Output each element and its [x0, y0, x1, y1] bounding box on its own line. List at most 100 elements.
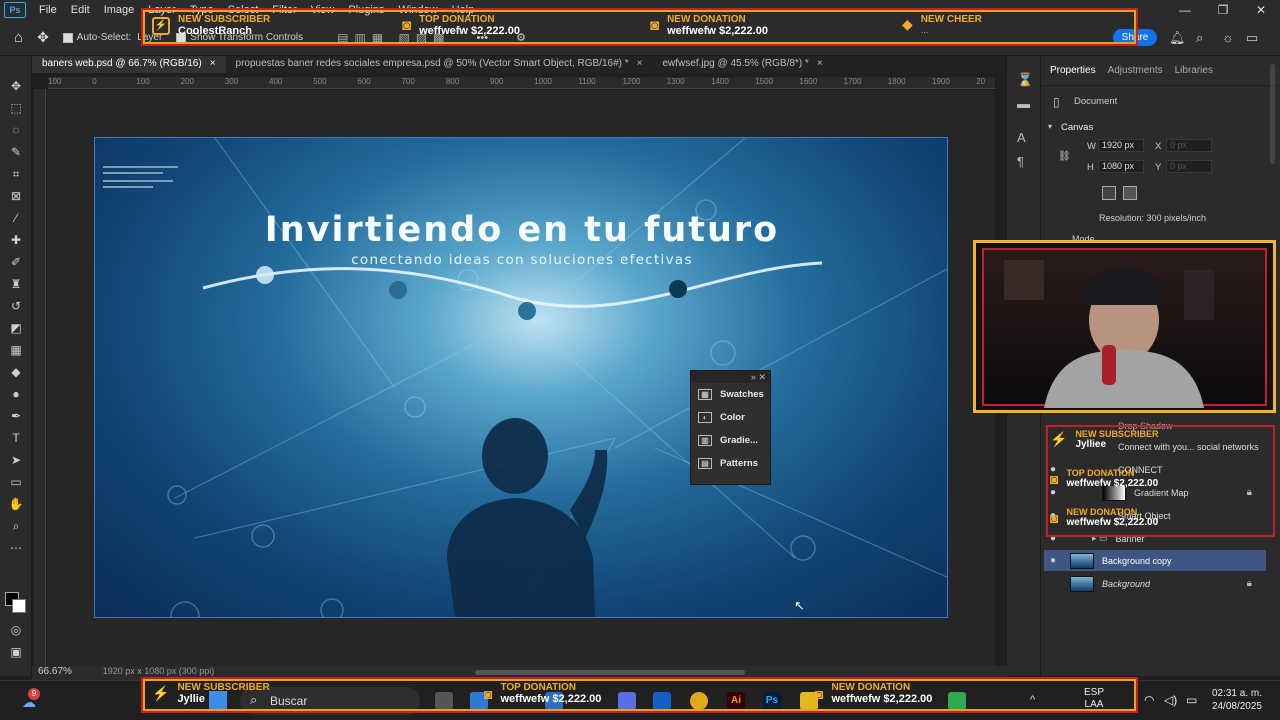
- workspace-icon[interactable]: ▭: [1246, 30, 1258, 46]
- quick-select-icon[interactable]: ✎: [8, 144, 24, 160]
- height-field[interactable]: 1080 px: [1098, 160, 1144, 173]
- chevron-down-icon[interactable]: ▾: [1048, 122, 1052, 131]
- menu-image[interactable]: Image: [97, 4, 142, 16]
- rectangle-tool-icon[interactable]: ▭: [8, 474, 24, 490]
- ruler-label: 300: [224, 77, 239, 86]
- minimize-button[interactable]: —: [1166, 0, 1204, 20]
- width-field[interactable]: 1920 px: [1098, 139, 1144, 152]
- brush-tool-icon[interactable]: ✐: [8, 254, 24, 270]
- path-select-icon[interactable]: ➤: [8, 452, 24, 468]
- layer-row[interactable]: Background 🔒︎: [1044, 573, 1266, 594]
- tab-ewfwsef[interactable]: ewfwsef.jpg @ 45.5% (RGB/8*) * ×: [653, 56, 833, 73]
- panel-item-color[interactable]: ◐ Color: [691, 406, 770, 429]
- zoom-level[interactable]: 66.67%: [38, 666, 72, 677]
- floating-panel-header[interactable]: » ✕: [691, 371, 770, 383]
- cursor-icon: ↖: [794, 598, 805, 613]
- quick-mask-icon[interactable]: ◎: [8, 622, 24, 638]
- y-field[interactable]: 0 px: [1166, 160, 1212, 173]
- pen-tool-icon[interactable]: ✒: [8, 408, 24, 424]
- ruler-label: 1900: [932, 77, 950, 86]
- alert-title: NEW DONATION: [831, 682, 911, 693]
- wifi-icon[interactable]: ◠: [1144, 693, 1154, 707]
- document-tabs: baners web.psd @ 66.7% (RGB/16) × propues…: [32, 56, 1004, 73]
- screen-mode-icon[interactable]: ▣: [8, 644, 24, 660]
- collapse-icon[interactable]: »: [751, 372, 756, 382]
- blur-tool-icon[interactable]: ◆: [8, 364, 24, 380]
- paragraph-icon[interactable]: ¶: [1017, 154, 1024, 169]
- layer-row-selected[interactable]: ● Background copy: [1044, 550, 1266, 571]
- background-color-swatch[interactable]: [12, 599, 26, 613]
- landscape-orientation-icon[interactable]: [1123, 186, 1137, 200]
- home-icon[interactable]: ⌂: [14, 29, 23, 46]
- donation-icon: ◙: [650, 17, 660, 34]
- history-icon[interactable]: ⌛: [1017, 72, 1033, 88]
- gradient-tool-icon[interactable]: ▦: [8, 342, 24, 358]
- close-icon[interactable]: ×: [637, 56, 643, 73]
- move-tool-icon[interactable]: ✥: [8, 78, 24, 94]
- close-icon[interactable]: ✕: [758, 372, 766, 382]
- healing-brush-icon[interactable]: ✚: [8, 232, 24, 248]
- panel-item-swatches[interactable]: ▦ Swatches: [691, 383, 770, 406]
- alert-value: weffwefw $2,222.00: [667, 25, 768, 37]
- battery-icon[interactable]: ▭: [1186, 693, 1197, 707]
- lasso-tool-icon[interactable]: ◌: [8, 122, 24, 138]
- alert-title: NEW SUBSCRIBER: [178, 14, 271, 25]
- tab-propuestas[interactable]: propuestas baner redes sociales empresa.…: [226, 56, 653, 73]
- alert-side-new-donation: ◙ NEW DONATION weffwefw $2,222.00: [1050, 507, 1158, 528]
- properties-scrollbar[interactable]: [1270, 64, 1275, 164]
- tab-libraries[interactable]: Libraries: [1175, 65, 1213, 76]
- close-icon[interactable]: ×: [817, 56, 823, 73]
- type-tool-icon[interactable]: T: [8, 430, 24, 446]
- maximize-button[interactable]: ❐: [1204, 0, 1242, 20]
- eyedropper-icon[interactable]: ⁄: [8, 210, 24, 226]
- alert-value: weffwefw $2,222.00: [500, 693, 602, 705]
- link-icon[interactable]: ⛓: [1058, 151, 1071, 162]
- tab-baners-web[interactable]: baners web.psd @ 66.7% (RGB/16) ×: [32, 56, 226, 73]
- lightbulb-icon[interactable]: ☼: [1222, 30, 1234, 45]
- menu-file[interactable]: File: [32, 4, 64, 16]
- alert-value: weffwefw $2,222.00: [1066, 517, 1159, 528]
- alert-title: NEW SUBSCRIBER: [177, 682, 270, 693]
- clock[interactable]: 02:31 a. m. 24/08/2025: [1210, 687, 1262, 713]
- portrait-orientation-icon[interactable]: [1102, 186, 1116, 200]
- hand-tool-icon[interactable]: ✋: [8, 496, 24, 512]
- eye-icon[interactable]: ●: [1044, 555, 1062, 566]
- eraser-tool-icon[interactable]: ◩: [8, 320, 24, 336]
- character-icon[interactable]: A: [1017, 130, 1026, 145]
- x-field[interactable]: 0 px: [1166, 139, 1212, 152]
- zoom-tool-icon[interactable]: ⌕: [8, 518, 24, 534]
- dodge-tool-icon[interactable]: ●: [8, 386, 24, 402]
- more-tools-icon[interactable]: ⋯: [8, 540, 24, 556]
- notification-badge: 9: [28, 688, 40, 700]
- close-window-button[interactable]: ✕: [1242, 0, 1280, 20]
- comments-icon[interactable]: ▬: [1017, 96, 1030, 111]
- alert-title: NEW CHEER: [920, 14, 982, 25]
- marquee-tool-icon[interactable]: ⬚: [8, 100, 24, 116]
- ruler-label: 500: [313, 77, 327, 86]
- panel-item-patterns[interactable]: ▤ Patterns: [691, 452, 770, 475]
- crop-tool-icon[interactable]: ⌗: [8, 166, 24, 182]
- floating-panel: » ✕ ▦ Swatches ◐ Color ▥ Gradie... ▤ Pattern…: [690, 370, 771, 485]
- tab-label: propuestas baner redes sociales empresa.…: [235, 58, 629, 69]
- vertical-ruler: [34, 89, 46, 669]
- horizontal-scrollbar[interactable]: [475, 670, 745, 675]
- bell-icon[interactable]: 🔔︎: [1169, 30, 1186, 46]
- search-icon[interactable]: ⌕: [1196, 30, 1203, 46]
- volume-icon[interactable]: ◁): [1164, 693, 1177, 707]
- ruler-label: 1000: [534, 77, 552, 86]
- tab-adjustments[interactable]: Adjustments: [1108, 65, 1163, 76]
- auto-select-checkbox[interactable]: Auto-Select:: [62, 32, 131, 43]
- document-label: Document: [1074, 96, 1118, 107]
- banner-artwork[interactable]: Invirtiendo en tu futuro conectando idea…: [94, 137, 948, 618]
- history-brush-icon[interactable]: ↺: [8, 298, 24, 314]
- move-tool-icon[interactable]: ✥: [37, 29, 49, 46]
- frame-tool-icon[interactable]: ⊠: [8, 188, 24, 204]
- lock-icon: 🔒︎: [1246, 578, 1252, 589]
- menu-edit[interactable]: Edit: [64, 4, 97, 16]
- tab-properties[interactable]: Properties: [1050, 65, 1096, 76]
- stamp-tool-icon[interactable]: ♜: [8, 276, 24, 292]
- document-icon: ▯: [1053, 95, 1060, 109]
- panel-item-gradients[interactable]: ▥ Gradie...: [691, 429, 770, 452]
- panel-item-label: Swatches: [720, 389, 764, 400]
- close-icon[interactable]: ×: [210, 56, 216, 73]
